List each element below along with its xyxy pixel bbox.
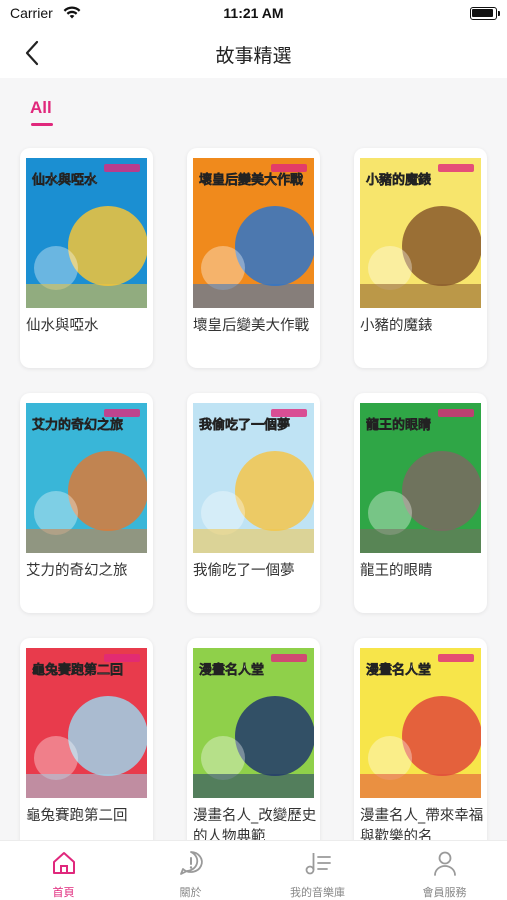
story-card[interactable]: 小豬的魔錶 小豬的魔錶 bbox=[354, 148, 487, 368]
tab-music-library-label: 我的音樂庫 bbox=[290, 886, 345, 899]
cover-title: 龍王的眼睛 bbox=[366, 417, 431, 433]
story-card[interactable]: 漫畫名人堂漫畫名人_改變歷史的人物典範 bbox=[187, 638, 320, 840]
info-icon bbox=[177, 849, 205, 881]
tab-all[interactable]: All bbox=[30, 98, 52, 118]
story-card[interactable]: 艾力的奇幻之旅 艾力的奇幻之旅 bbox=[20, 393, 153, 613]
story-title: 漫畫名人_改變歷史的人物典範 bbox=[193, 808, 317, 840]
story-title: 龍王的眼睛 bbox=[360, 563, 433, 579]
story-card[interactable]: 龍王的眼睛 龍王的眼睛 bbox=[354, 393, 487, 613]
cover-title: 龜兔賽跑第二回 bbox=[32, 662, 123, 678]
tab-indicator bbox=[31, 123, 53, 126]
clock: 11:21 AM bbox=[223, 5, 284, 21]
book-cover-image: 龍王的眼睛 bbox=[360, 403, 481, 553]
story-card[interactable]: 我偷吃了一個夢 我偷吃了一個夢 bbox=[187, 393, 320, 613]
cover-title: 艾力的奇幻之旅 bbox=[32, 417, 123, 433]
cover-title: 漫畫名人堂 bbox=[199, 662, 264, 678]
home-icon bbox=[50, 849, 78, 881]
cover-title: 仙水與啞水 bbox=[32, 172, 98, 188]
story-title: 仙水與啞水 bbox=[26, 318, 99, 334]
battery-icon bbox=[470, 7, 500, 20]
music-library-icon bbox=[303, 849, 333, 881]
story-title: 我偷吃了一個夢 bbox=[193, 563, 295, 579]
cover-title: 小豬的魔錶 bbox=[366, 172, 431, 188]
story-card[interactable]: 漫畫名人堂漫畫名人_帶來幸福與歡樂的名 bbox=[354, 638, 487, 840]
story-title: 小豬的魔錶 bbox=[360, 318, 433, 334]
book-cover-image: 仙水與啞水 bbox=[26, 158, 147, 308]
cover-title: 我偷吃了一個夢 bbox=[199, 417, 290, 433]
page-title: 故事精選 bbox=[215, 45, 292, 67]
story-title: 漫畫名人_帶來幸福與歡樂的名 bbox=[360, 808, 484, 840]
book-cover-image: 我偷吃了一個夢 bbox=[193, 403, 314, 553]
story-title: 龜兔賽跑第二回 bbox=[26, 808, 128, 824]
book-cover-image: 壞皇后變美大作戰 bbox=[193, 158, 314, 308]
book-cover-image: 漫畫名人堂 bbox=[360, 648, 481, 798]
book-cover-image: 艾力的奇幻之旅 bbox=[26, 403, 147, 553]
story-card[interactable]: 仙水與啞水 仙水與啞水 bbox=[20, 148, 153, 368]
status-bar: Carrier 11:21 AM bbox=[0, 0, 507, 30]
book-cover-image: 小豬的魔錶 bbox=[360, 158, 481, 308]
story-card[interactable]: 壞皇后變美大作戰 壞皇后變美大作戰 bbox=[187, 148, 320, 368]
tab-about[interactable]: 關於 bbox=[127, 841, 254, 900]
member-icon bbox=[431, 849, 459, 881]
book-cover-image: 龜兔賽跑第二回 bbox=[26, 648, 147, 798]
book-cover-image: 漫畫名人堂 bbox=[193, 648, 314, 798]
tab-member-label: 會員服務 bbox=[422, 886, 467, 899]
story-card[interactable]: 龜兔賽跑第二回 龜兔賽跑第二回 bbox=[20, 638, 153, 840]
cover-title: 壞皇后變美大作戰 bbox=[199, 172, 303, 188]
tab-home-label: 首頁 bbox=[52, 886, 75, 899]
tab-music-library[interactable]: 我的音樂庫 bbox=[254, 841, 381, 900]
story-title: 壞皇后變美大作戰 bbox=[193, 318, 309, 334]
tab-bar: 首頁 關於 我的音樂庫 會員服務 bbox=[0, 840, 507, 900]
cover-title: 漫畫名人堂 bbox=[366, 662, 431, 678]
story-title: 艾力的奇幻之旅 bbox=[26, 563, 128, 579]
story-list[interactable]: All 仙水與啞水 仙水與啞水 壞皇后變美大作戰 壞皇后變美大作戰 小豬的魔錶 小豬的魔錶… bbox=[0, 78, 507, 840]
tab-member[interactable]: 會員服務 bbox=[381, 841, 507, 900]
tab-about-label: 關於 bbox=[179, 886, 202, 899]
nav-bar: 故事精選 bbox=[0, 30, 507, 76]
tab-home[interactable]: 首頁 bbox=[0, 841, 127, 900]
